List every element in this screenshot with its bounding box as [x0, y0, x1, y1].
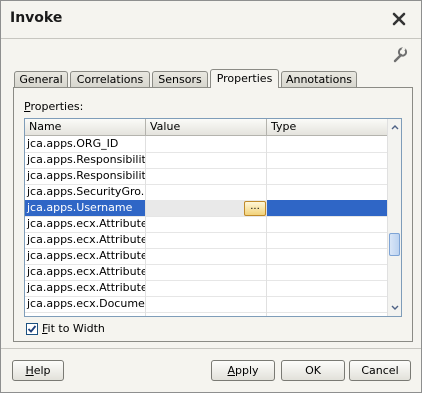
table-cell-type[interactable]: [267, 168, 387, 184]
scroll-up-arrow-icon[interactable]: [390, 122, 400, 132]
table-cell-name: ...: [25, 312, 146, 316]
tab-properties[interactable]: Properties: [210, 69, 279, 88]
cancel-button[interactable]: Cancel: [349, 360, 411, 381]
table-cell-type[interactable]: [267, 232, 387, 248]
table-cell-value[interactable]: [146, 136, 267, 152]
table-cell-name: jca.apps.ecx.Attribute5: [27, 280, 146, 296]
table-cell-value[interactable]: [146, 312, 267, 316]
table-row[interactable]: jca.apps.SecurityGro...: [25, 184, 387, 201]
help-button[interactable]: Help: [12, 360, 64, 381]
table-cell-name: jca.apps.ORG_ID: [25, 136, 146, 152]
value-ellipsis-button[interactable]: ...: [244, 201, 266, 216]
table-cell-value[interactable]: [146, 152, 267, 168]
table-row[interactable]: jca.apps.ecx.Attribute2: [25, 232, 387, 249]
table-cell-value[interactable]: [146, 264, 267, 280]
properties-label: Properties:: [24, 100, 84, 113]
table-cell-name: jca.apps.Responsibility: [27, 152, 146, 168]
title-separator: [1, 38, 421, 39]
table-row[interactable]: jca.apps.ecx.Attribute5: [25, 280, 387, 297]
tab-general[interactable]: General: [14, 71, 68, 87]
table-cell-value[interactable]: [146, 184, 267, 200]
table-cell-name: jca.apps.Responsibilit...: [27, 168, 146, 184]
invoke-dialog: Invoke General Correlations Sensors Prop…: [0, 0, 422, 393]
tab-sensors[interactable]: Sensors: [152, 71, 208, 87]
table-header: Name Value Type: [25, 119, 387, 136]
apply-button[interactable]: Apply: [211, 360, 275, 381]
table-cell-type[interactable]: [267, 184, 387, 200]
table-cell-type[interactable]: [267, 296, 387, 312]
dialog-title: Invoke: [10, 10, 63, 26]
table-cell-type[interactable]: [267, 152, 387, 168]
tab-correlations[interactable]: Correlations: [70, 71, 150, 87]
table-cell-type[interactable]: [267, 264, 387, 280]
table-row[interactable]: jca.apps.Responsibility: [25, 152, 387, 169]
vertical-scrollbar[interactable]: [387, 119, 401, 316]
table-cell-name: jca.apps.ecx.Attribute1: [27, 216, 146, 232]
table-row[interactable]: jca.apps.Username...: [25, 200, 387, 217]
scroll-down-arrow-icon[interactable]: [390, 303, 400, 313]
table-row[interactable]: jca.apps.ORG_ID: [25, 136, 387, 153]
table-row[interactable]: jca.apps.ecx.Attribute3: [25, 248, 387, 265]
table-cell-type[interactable]: [267, 280, 387, 296]
column-header-name[interactable]: Name: [25, 119, 146, 135]
table-row[interactable]: jca.apps.ecx.Attribute4: [25, 264, 387, 281]
table-cell-type[interactable]: [267, 248, 387, 264]
column-header-value[interactable]: Value: [146, 119, 267, 135]
table-cell-value[interactable]: [146, 296, 267, 312]
table-cell-value[interactable]: [146, 216, 267, 232]
table-row[interactable]: ...: [25, 312, 387, 316]
properties-table[interactable]: Name Value Type jca.apps.ORG_ID jca.apps.…: [24, 118, 402, 317]
table-cell-value[interactable]: [146, 280, 267, 296]
table-cell-name: jca.apps.Username: [25, 200, 146, 216]
scrollbar-thumb[interactable]: [389, 233, 400, 256]
table-cell-value[interactable]: [146, 168, 267, 184]
close-icon[interactable]: [391, 11, 407, 27]
fit-to-width-checkbox[interactable]: [26, 323, 38, 335]
fit-to-width-label[interactable]: Fit to Width: [42, 322, 105, 335]
table-cell-type[interactable]: [267, 216, 387, 232]
table-cell-name: jca.apps.SecurityGro...: [27, 184, 146, 200]
table-cell-type[interactable]: [267, 136, 387, 152]
table-row[interactable]: jca.apps.ecx.Attribute1: [25, 216, 387, 233]
table-cell-type[interactable]: [267, 312, 387, 316]
properties-label-text: roperties:: [30, 100, 84, 113]
table-row[interactable]: jca.apps.Responsibilit...: [25, 168, 387, 185]
table-cell-name: jca.apps.ecx.Docume...: [27, 296, 146, 312]
checkmark-icon: [27, 325, 37, 333]
table-cell-name: jca.apps.ecx.Attribute2: [27, 232, 146, 248]
table-row[interactable]: jca.apps.ecx.Docume...: [25, 296, 387, 313]
column-header-type[interactable]: Type: [267, 119, 387, 135]
table-cell-type[interactable]: [267, 200, 387, 216]
button-separator: [1, 348, 421, 349]
tab-annotations[interactable]: Annotations: [281, 71, 357, 87]
ok-button[interactable]: OK: [281, 360, 345, 381]
table-cell-name: jca.apps.ecx.Attribute4: [27, 264, 146, 280]
table-cell-name: jca.apps.ecx.Attribute3: [27, 248, 146, 264]
table-cell-value[interactable]: [146, 232, 267, 248]
wrench-icon[interactable]: [391, 46, 408, 63]
table-cell-value[interactable]: [146, 248, 267, 264]
